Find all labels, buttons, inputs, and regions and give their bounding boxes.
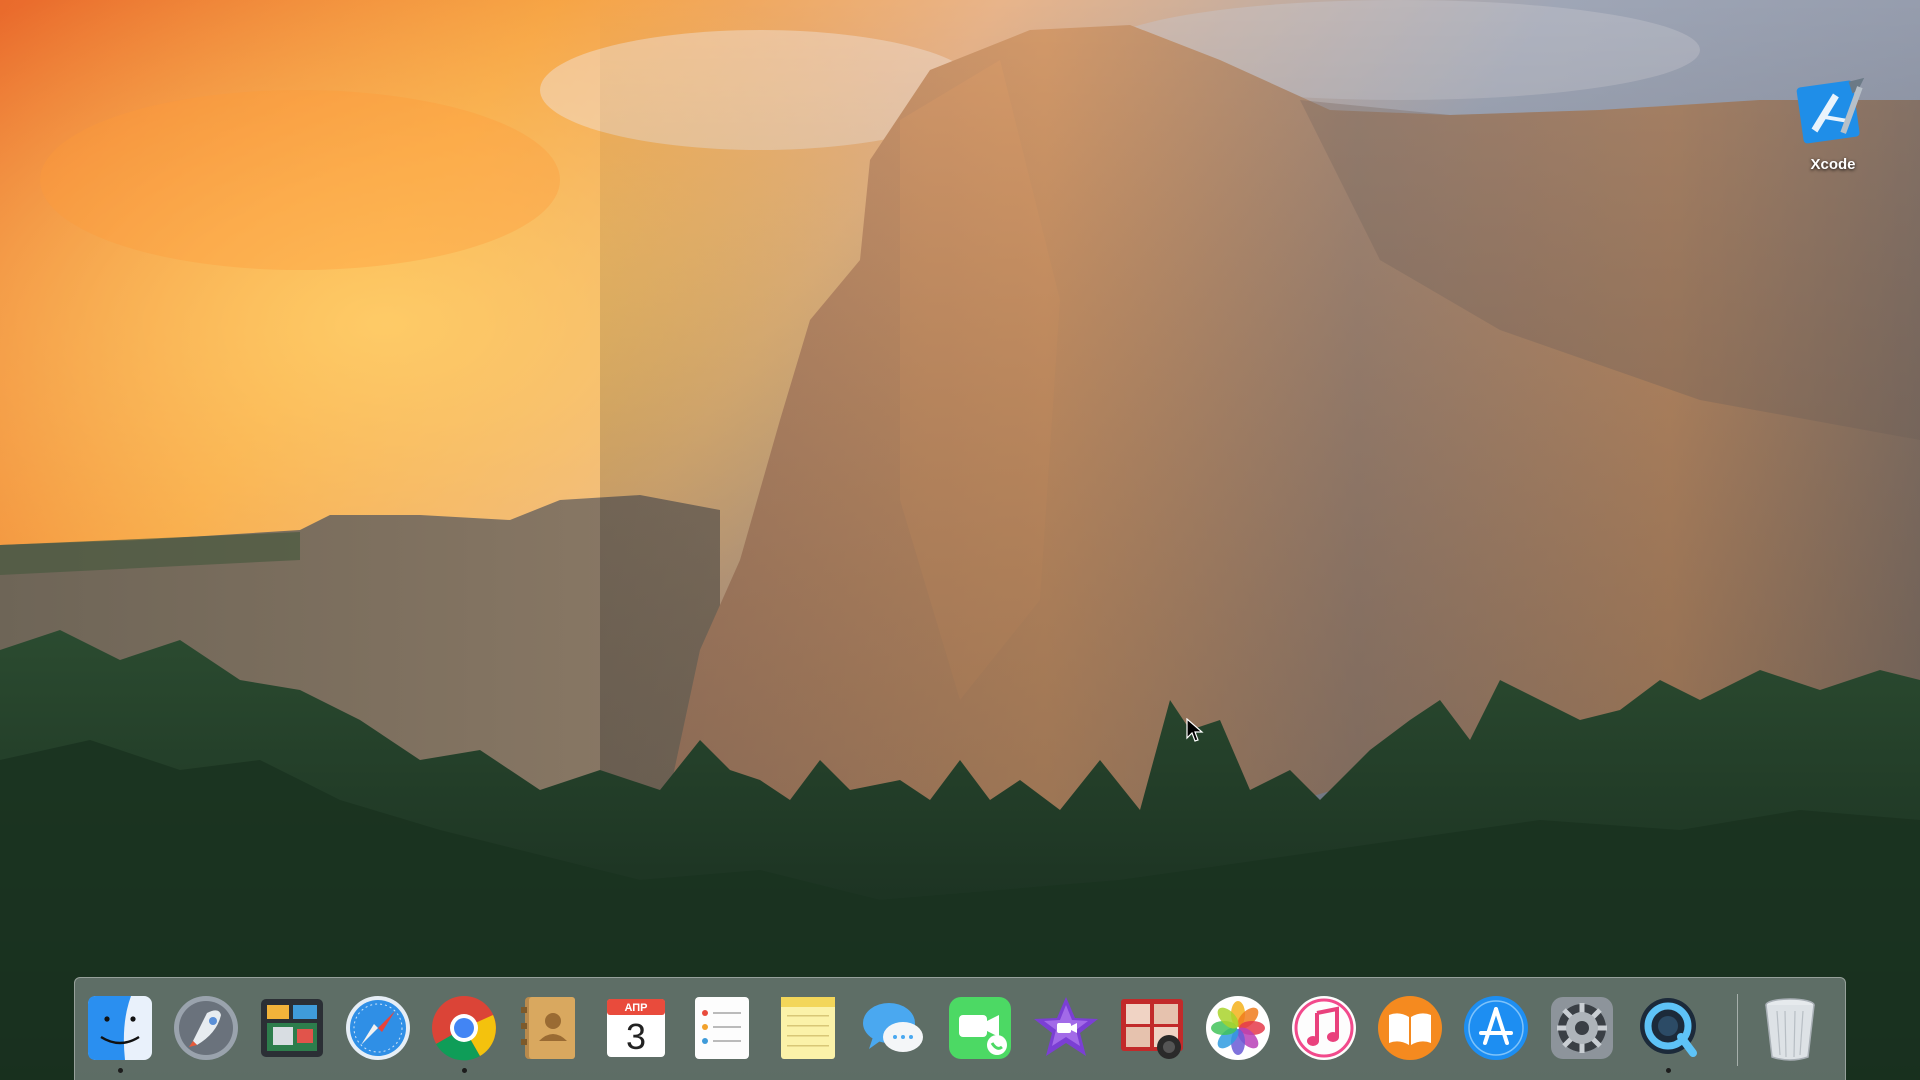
- ibooks-icon: [1378, 996, 1442, 1060]
- finder-icon: [88, 996, 152, 1060]
- mouse-cursor: [1186, 718, 1204, 742]
- dock-item-ibooks[interactable]: [1373, 991, 1447, 1065]
- desktop-icon-label: Xcode: [1810, 156, 1856, 173]
- imovie-icon: [1034, 997, 1098, 1056]
- dock-item-notes[interactable]: [771, 991, 845, 1065]
- dock-item-photos[interactable]: [1201, 991, 1275, 1065]
- running-indicator: [461, 1068, 467, 1073]
- dock-item-imovie[interactable]: [1029, 991, 1103, 1065]
- dock-item-chrome[interactable]: [427, 991, 501, 1073]
- photos-icon: [1206, 996, 1270, 1060]
- dock-item-trash[interactable]: [1753, 991, 1827, 1065]
- dock-item-quicktime[interactable]: [1631, 991, 1705, 1073]
- dock-item-facetime[interactable]: [943, 991, 1017, 1065]
- notes-icon: [781, 997, 835, 1059]
- launchpad-icon: [174, 996, 238, 1060]
- chrome-icon: [432, 996, 496, 1061]
- facetime-icon: [949, 997, 1011, 1059]
- dock-item-reminders[interactable]: [685, 991, 759, 1065]
- desktop-icon-xcode[interactable]: Xcode: [1790, 72, 1876, 173]
- trash-icon: [1765, 998, 1815, 1061]
- dock-item-system-preferences[interactable]: [1545, 991, 1619, 1065]
- dock-item-mission-control[interactable]: [255, 991, 329, 1065]
- itunes-icon: [1292, 996, 1356, 1060]
- dock: АПР 3: [74, 977, 1846, 1080]
- dock-item-safari[interactable]: [341, 991, 415, 1065]
- photo-booth-icon: [1121, 999, 1183, 1059]
- dock-item-contacts[interactable]: [513, 991, 587, 1065]
- xcode-icon: [1796, 77, 1865, 144]
- system-preferences-icon: [1551, 997, 1613, 1059]
- running-indicator: [117, 1068, 123, 1073]
- reminders-icon: [695, 997, 749, 1059]
- calendar-day: 3: [626, 1016, 646, 1057]
- messages-icon: [863, 1003, 923, 1052]
- calendar-month: АПР: [624, 1002, 647, 1014]
- mission-control-icon: [261, 999, 323, 1057]
- contacts-icon: [521, 997, 575, 1059]
- calendar-icon: АПР 3: [607, 999, 665, 1057]
- dock-separator: [1737, 994, 1738, 1066]
- dock-item-calendar[interactable]: АПР 3: [599, 991, 673, 1065]
- dock-item-itunes[interactable]: [1287, 991, 1361, 1065]
- quicktime-icon: [1640, 998, 1697, 1057]
- dock-item-messages[interactable]: [857, 991, 931, 1065]
- dock-item-launchpad[interactable]: [169, 991, 243, 1065]
- app-store-icon: [1464, 996, 1528, 1060]
- dock-item-app-store[interactable]: [1459, 991, 1533, 1065]
- desktop-wallpaper: [0, 0, 1920, 1080]
- dock-item-finder[interactable]: [83, 991, 157, 1073]
- running-indicator: [1665, 1068, 1671, 1073]
- dock-item-photo-booth[interactable]: [1115, 991, 1189, 1065]
- safari-icon: [346, 996, 410, 1060]
